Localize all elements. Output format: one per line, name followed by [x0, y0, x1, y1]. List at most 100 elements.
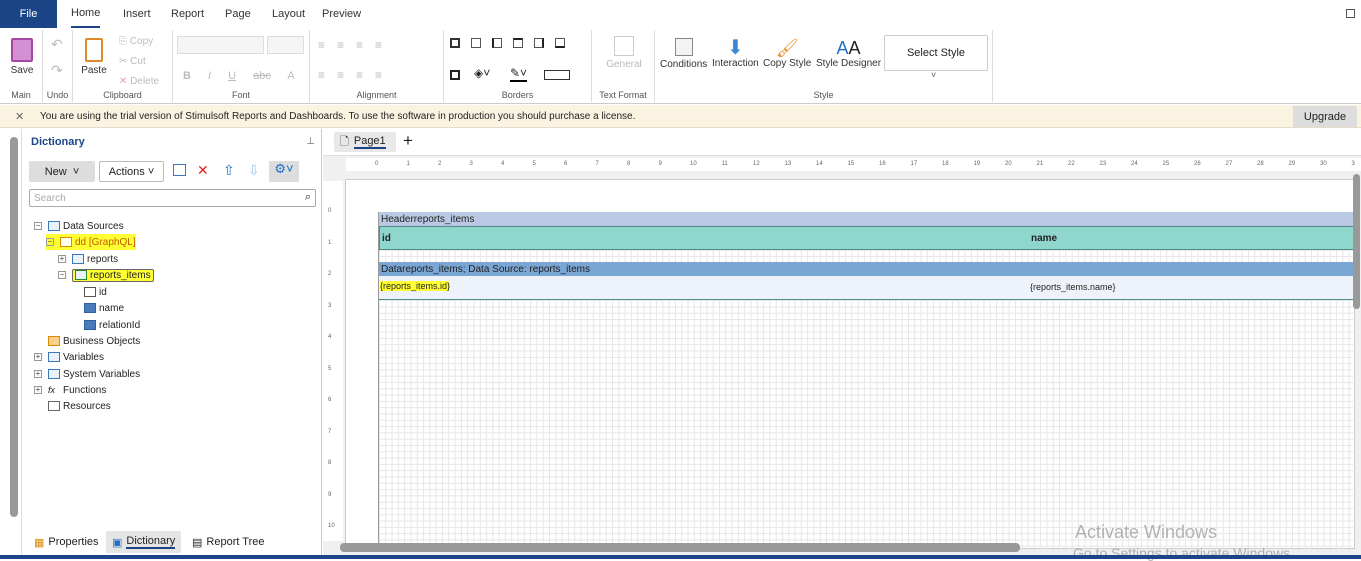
border-buttons[interactable]	[450, 38, 565, 48]
collapse-icon[interactable]: −	[34, 222, 42, 230]
page-tab[interactable]: 🗋 Page1	[334, 132, 396, 152]
ruler-tick-label: 17	[910, 161, 918, 167]
border-style-icon[interactable]	[544, 70, 570, 80]
expand-icon[interactable]: +	[34, 353, 42, 361]
copy-button[interactable]: ⎘ Copy	[119, 36, 153, 47]
tab-page[interactable]: Page	[225, 0, 251, 28]
interaction-button[interactable]: ⬇ Interaction	[712, 38, 759, 69]
ruler-tick-label: 11	[721, 161, 728, 167]
vertical-scrollbar[interactable]	[1353, 174, 1360, 309]
cut-button[interactable]: ✂ Cut	[119, 56, 146, 67]
copy-style-button[interactable]: 🖌 Copy Style	[763, 38, 811, 69]
data-cell-id[interactable]: {reports_items.id}	[380, 281, 451, 291]
tab-preview[interactable]: Preview	[322, 0, 361, 28]
tree-item-field-relationid[interactable]: relationId	[84, 317, 140, 333]
actions-dropdown[interactable]: Actions ˅	[99, 161, 164, 182]
close-icon[interactable]: ✕	[15, 110, 24, 123]
settings-gear-icon[interactable]: ⚙˅	[269, 161, 299, 182]
add-page-button[interactable]: +	[403, 131, 413, 151]
tree-item-reports-items[interactable]: − reports_items	[58, 267, 154, 283]
align-icons-top[interactable]: ≡≡≡≡	[318, 38, 394, 52]
vertical-scrollbar[interactable]	[10, 137, 18, 517]
search-input[interactable]: Search ⌕	[29, 189, 316, 207]
panel-title: Dictionary	[31, 136, 85, 148]
tab-insert[interactable]: Insert	[123, 0, 151, 28]
table-icon	[72, 254, 84, 264]
tab-properties[interactable]: ▦ Properties	[30, 531, 103, 553]
group-borders: ◈˅ ✎˅ Borders	[444, 30, 592, 102]
file-menu-button[interactable]: File	[0, 0, 57, 28]
tree-item-data-sources[interactable]: − Data Sources	[34, 218, 124, 234]
conditions-button[interactable]: Conditions	[660, 38, 707, 70]
select-style-dropdown[interactable]: Select Style	[884, 35, 988, 71]
delete-icon[interactable]: ✕	[197, 162, 209, 179]
collapse-icon[interactable]: −	[58, 271, 66, 279]
font-style-buttons[interactable]: B I U abc A	[183, 70, 295, 82]
expand-icon[interactable]: +	[34, 386, 42, 394]
tab-dictionary[interactable]: ▣ Dictionary	[106, 531, 182, 553]
fill-color-icon[interactable]: ◈˅	[474, 66, 490, 80]
restore-icon[interactable]	[1346, 9, 1355, 18]
text-format-button[interactable]: General	[602, 36, 646, 70]
expand-icon[interactable]: +	[34, 370, 42, 378]
ruler-tick-label: 8	[328, 460, 332, 466]
tree-item-functions[interactable]: + fx Functions	[34, 382, 106, 398]
data-band-title[interactable]: Datareports_items; Data Source: reports_…	[379, 262, 1354, 276]
header-cell-id[interactable]: id	[382, 233, 391, 244]
chevron-down-icon[interactable]: ˅	[931, 70, 936, 80]
ruler-tick-label: 29	[1288, 161, 1296, 167]
tree-item-field-id[interactable]: id	[84, 284, 107, 300]
header-cell-name[interactable]: name	[1031, 233, 1057, 244]
ruler-tick-label: 0	[375, 161, 379, 167]
tree-item-system-variables[interactable]: + System Variables	[34, 366, 140, 382]
function-icon: fx	[48, 385, 56, 395]
collapse-icon[interactable]: −	[46, 238, 54, 246]
edit-icon[interactable]	[173, 164, 186, 176]
tab-layout[interactable]: Layout	[272, 0, 305, 28]
ruler-tick-label: 21	[1036, 161, 1044, 167]
move-up-icon[interactable]: ⇧	[223, 162, 235, 179]
delete-button[interactable]: ✕ Delete	[119, 76, 159, 87]
group-alignment: ≡≡≡≡ ≡≡≡≡ Alignment	[310, 30, 444, 102]
ruler-tick-label: 25	[1162, 161, 1170, 167]
new-dropdown[interactable]: New ˅	[29, 161, 95, 182]
style-designer-button[interactable]: AA Style Designer	[816, 38, 881, 69]
tree-item-variables[interactable]: + Variables	[34, 349, 104, 365]
tree-item-resources[interactable]: Resources	[48, 398, 111, 414]
font-size-select[interactable]	[267, 36, 304, 54]
horizontal-scrollbar[interactable]	[340, 543, 1020, 552]
header-band-title[interactable]: Headerreports_items	[379, 212, 1354, 226]
shadow-icon[interactable]	[450, 70, 460, 80]
move-down-icon[interactable]: ⇩	[248, 162, 260, 179]
paste-button[interactable]: Paste	[79, 38, 109, 76]
ruler-tick-label: 10	[690, 161, 697, 167]
font-name-select[interactable]	[177, 36, 264, 54]
data-band[interactable]: {reports_items.id} {reports_items.name}	[379, 276, 1354, 300]
undo-icon[interactable]: ↶	[51, 36, 63, 53]
tree-item-field-name[interactable]: name	[84, 300, 124, 316]
data-cell-name[interactable]: {reports_items.name}	[1030, 282, 1116, 292]
tree-item-reports[interactable]: + reports	[58, 251, 118, 267]
tab-report-tree[interactable]: ▤ Report Tree	[188, 531, 269, 553]
database-icon	[60, 237, 72, 247]
dictionary-panel: Dictionary ⊥ New ˅ Actions ˅ ✕ ⇧ ⇩ ⚙˅ Se…	[22, 129, 322, 559]
ruler-tick-label: 30	[1320, 161, 1327, 167]
align-icons-bottom[interactable]: ≡≡≡≡	[318, 68, 394, 82]
pin-icon[interactable]: ⊥	[306, 136, 315, 147]
search-icon[interactable]: ⌕	[305, 191, 311, 204]
ruler-tick-label: 15	[847, 161, 855, 167]
save-button[interactable]: Save	[8, 38, 36, 76]
border-color-icon[interactable]: ✎˅	[510, 66, 528, 82]
tab-home[interactable]: Home	[71, 0, 101, 28]
upgrade-button[interactable]: Upgrade	[1293, 106, 1357, 127]
ruler-tick-label: 26	[1194, 161, 1201, 167]
tab-report[interactable]: Report	[171, 0, 204, 28]
tree-item-connection[interactable]: − dd [GraphQL]	[46, 234, 136, 250]
tree-item-business-objects[interactable]: Business Objects	[48, 333, 140, 349]
group-undo: ↶ ↷ Undo	[43, 30, 73, 102]
string-field-icon	[84, 320, 96, 330]
redo-icon[interactable]: ↷	[51, 62, 63, 79]
header-band[interactable]: id name	[379, 226, 1354, 250]
ruler-tick-label: 4	[501, 161, 505, 167]
expand-icon[interactable]: +	[58, 255, 66, 263]
